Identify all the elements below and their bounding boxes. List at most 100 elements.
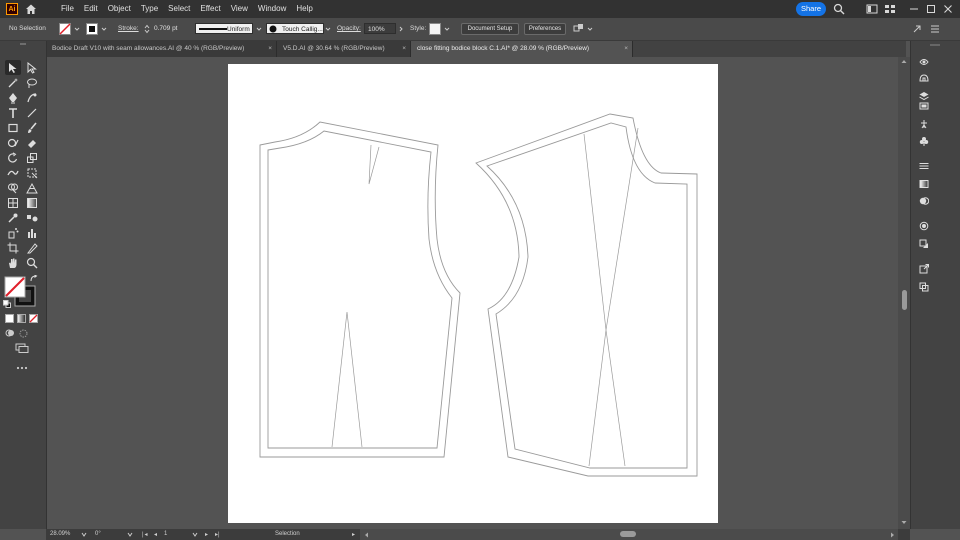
tab-bodice-draft[interactable]: Bodice Draft V10 with seam allowances.AI… bbox=[46, 41, 277, 57]
opacity-input[interactable]: 100% bbox=[364, 23, 396, 34]
chevron-down-icon[interactable] bbox=[101, 26, 107, 32]
free-transform-tool-icon[interactable] bbox=[26, 167, 38, 179]
menu-view[interactable]: View bbox=[226, 0, 253, 18]
scroll-right-icon[interactable] bbox=[890, 532, 895, 538]
menu-file[interactable]: File bbox=[56, 0, 79, 18]
stroke-weight-input[interactable]: 0.709 pt bbox=[151, 23, 191, 34]
fill-swatch[interactable] bbox=[59, 23, 71, 35]
arrange-icon[interactable] bbox=[573, 23, 585, 35]
curvature-tool-icon[interactable] bbox=[26, 92, 38, 104]
home-icon[interactable] bbox=[25, 3, 37, 15]
document-setup-button[interactable]: Document Setup bbox=[461, 23, 519, 35]
menu-effect[interactable]: Effect bbox=[195, 0, 225, 18]
maximize-icon[interactable] bbox=[925, 3, 937, 15]
paintbrush-tool-icon[interactable] bbox=[26, 122, 38, 134]
opacity-label[interactable]: Opacity: bbox=[337, 25, 361, 32]
minimize-icon[interactable] bbox=[908, 3, 920, 15]
line-segment-tool-icon[interactable] bbox=[26, 107, 38, 119]
close-tab-icon[interactable]: × bbox=[402, 41, 406, 57]
stroke-swatch[interactable] bbox=[86, 23, 98, 35]
tab-v5d[interactable]: V5.D.AI @ 30.64 % (RGB/Preview) × bbox=[277, 41, 411, 57]
chevron-down-icon[interactable] bbox=[127, 532, 133, 537]
puppet-warp-icon[interactable] bbox=[919, 119, 929, 129]
share-button[interactable]: Share bbox=[796, 2, 826, 16]
transparency-panel-icon[interactable] bbox=[919, 196, 929, 206]
gradient-tool-icon[interactable] bbox=[26, 197, 38, 209]
graphic-styles-panel-icon[interactable] bbox=[919, 239, 929, 249]
arrange-documents-icon[interactable] bbox=[866, 3, 878, 15]
warp-tool-icon[interactable] bbox=[7, 167, 19, 179]
gradient-panel-icon[interactable] bbox=[919, 179, 929, 189]
selection-tool-icon[interactable] bbox=[7, 62, 19, 74]
preferences-button[interactable]: Preferences bbox=[524, 23, 566, 35]
artboards-panel-icon[interactable] bbox=[919, 101, 929, 111]
color-mode-icon[interactable] bbox=[5, 314, 14, 323]
export-panel-icon[interactable] bbox=[919, 264, 929, 274]
previous-artboard-icon[interactable]: ◂ bbox=[154, 531, 157, 538]
chevron-down-icon[interactable] bbox=[74, 26, 80, 32]
artboard-number[interactable]: 1 bbox=[164, 531, 167, 537]
graphic-style-swatch[interactable] bbox=[429, 23, 441, 35]
rotation-angle[interactable]: 0° bbox=[95, 531, 101, 537]
symbol-sprayer-tool-icon[interactable] bbox=[7, 227, 19, 239]
chevron-down-icon[interactable] bbox=[325, 26, 331, 32]
eyedropper-tool-icon[interactable] bbox=[7, 212, 19, 224]
layers-panel-icon[interactable] bbox=[919, 91, 929, 101]
appearance-panel-icon[interactable] bbox=[919, 221, 929, 231]
direct-selection-tool-icon[interactable] bbox=[26, 62, 38, 74]
chevron-down-icon[interactable] bbox=[587, 26, 593, 32]
menu-type[interactable]: Type bbox=[136, 0, 163, 18]
close-tab-icon[interactable]: × bbox=[268, 41, 272, 57]
menu-object[interactable]: Object bbox=[103, 0, 136, 18]
collapse-icon[interactable] bbox=[19, 43, 27, 47]
libraries-panel-icon[interactable] bbox=[919, 73, 929, 83]
close-icon[interactable] bbox=[942, 3, 954, 15]
perspective-grid-tool-icon[interactable] bbox=[26, 182, 38, 194]
scale-tool-icon[interactable] bbox=[26, 152, 38, 164]
chevron-down-icon[interactable] bbox=[81, 532, 87, 537]
chevron-right-icon[interactable] bbox=[398, 26, 404, 32]
menu-edit[interactable]: Edit bbox=[79, 0, 103, 18]
draw-mode-icon[interactable] bbox=[5, 328, 15, 338]
default-fill-stroke-icon[interactable] bbox=[3, 300, 11, 308]
eraser-tool-icon[interactable] bbox=[26, 137, 38, 149]
magic-wand-tool-icon[interactable] bbox=[7, 77, 19, 89]
scroll-down-icon[interactable] bbox=[901, 520, 907, 525]
hand-tool-icon[interactable] bbox=[7, 257, 19, 269]
workspace-switcher-icon[interactable] bbox=[884, 3, 896, 15]
status-menu-icon[interactable]: ▸ bbox=[352, 531, 355, 538]
draw-inside-icon[interactable] bbox=[19, 329, 28, 338]
panel-toggle-icon[interactable] bbox=[912, 24, 922, 34]
stroke-label[interactable]: Stroke: bbox=[118, 25, 139, 32]
chevron-down-icon[interactable] bbox=[444, 26, 450, 32]
close-tab-icon[interactable]: × bbox=[624, 41, 628, 57]
chevron-down-icon[interactable] bbox=[192, 532, 198, 537]
chevron-down-icon[interactable] bbox=[256, 26, 262, 32]
first-artboard-icon[interactable]: |◂ bbox=[142, 531, 149, 538]
symbols-panel-icon[interactable] bbox=[919, 136, 929, 146]
rectangle-tool-icon[interactable] bbox=[7, 122, 19, 134]
swap-fill-stroke-icon[interactable] bbox=[30, 275, 38, 283]
next-artboard-icon[interactable]: ▸ bbox=[205, 531, 208, 538]
pathfinder-panel-icon[interactable] bbox=[919, 282, 929, 292]
gradient-mode-icon[interactable] bbox=[17, 314, 26, 323]
artboard-tool-icon[interactable] bbox=[7, 242, 19, 254]
lasso-tool-icon[interactable] bbox=[26, 77, 38, 89]
screen-mode-icon[interactable] bbox=[15, 343, 29, 353]
horizontal-scroll-thumb[interactable] bbox=[620, 531, 636, 537]
last-artboard-icon[interactable]: ▸| bbox=[215, 531, 220, 538]
zoom-tool-icon[interactable] bbox=[26, 257, 38, 269]
rotate-tool-icon[interactable] bbox=[7, 152, 19, 164]
menu-window[interactable]: Window bbox=[253, 0, 291, 18]
collapse-panels-icon[interactable] bbox=[929, 43, 941, 47]
properties-panel-icon[interactable] bbox=[919, 57, 929, 67]
column-graph-tool-icon[interactable] bbox=[26, 227, 38, 239]
shape-builder-tool-icon[interactable] bbox=[7, 182, 19, 194]
blend-tool-icon[interactable] bbox=[26, 212, 38, 224]
pen-tool-icon[interactable] bbox=[7, 92, 19, 104]
zoom-level[interactable]: 28.09% bbox=[50, 531, 70, 537]
scroll-up-icon[interactable] bbox=[901, 59, 907, 64]
shaper-tool-icon[interactable] bbox=[7, 137, 19, 149]
tab-close-fitting-bodice[interactable]: close fitting bodice block C.1.AI* @ 28.… bbox=[411, 41, 633, 57]
search-icon[interactable] bbox=[833, 3, 845, 15]
